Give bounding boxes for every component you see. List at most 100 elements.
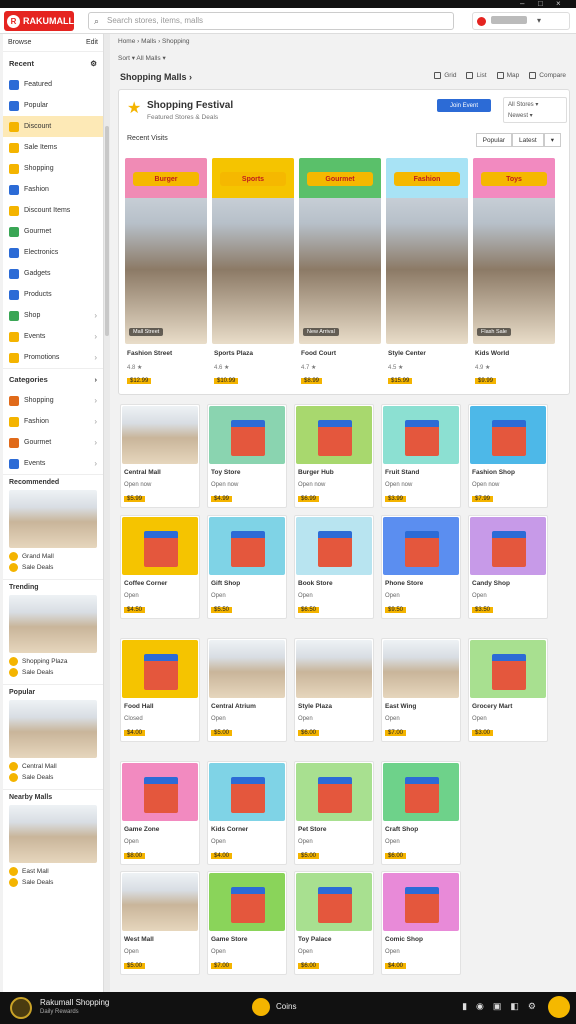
featured-store-card[interactable]: Fashion Style Center 4.5 ★ $15.99 bbox=[386, 158, 468, 388]
sidebar-item[interactable]: Gadgets bbox=[3, 263, 103, 284]
store-card[interactable]: Book Store Open $6.50 bbox=[294, 515, 374, 619]
sidebar-item[interactable]: Electronics bbox=[3, 242, 103, 263]
store-card[interactable]: Gift Shop Open $5.50 bbox=[207, 515, 287, 619]
settings-icon[interactable]: ⚙ bbox=[528, 1001, 536, 1012]
store-price: $15.99 bbox=[388, 378, 413, 384]
shop-building-icon bbox=[492, 654, 526, 690]
mall-thumbnail bbox=[9, 700, 97, 758]
home-icon[interactable]: ▮ bbox=[462, 1001, 467, 1012]
grid-icon bbox=[434, 72, 442, 79]
sidebar-item[interactable]: Promotions › bbox=[3, 347, 103, 368]
store-card[interactable]: Kids Corner Open $4.00 bbox=[207, 761, 287, 865]
sidebar-item[interactable]: Products bbox=[3, 284, 103, 305]
close-button[interactable]: × bbox=[556, 0, 561, 8]
profile-badge[interactable] bbox=[10, 997, 32, 1019]
coin-icon[interactable] bbox=[252, 998, 270, 1016]
store-card[interactable]: Toy Palace Open $6.00 bbox=[294, 871, 374, 975]
photo-tag: New Arrival bbox=[303, 328, 339, 336]
message-icon[interactable]: ◉ bbox=[476, 1001, 484, 1012]
user-menu[interactable]: ▾ bbox=[472, 12, 570, 30]
grid-view-button[interactable]: Grid bbox=[434, 72, 456, 79]
window-titlebar: – □ × bbox=[0, 0, 576, 8]
list-view-button[interactable]: List bbox=[466, 72, 487, 79]
sidebar-item[interactable]: Shop › bbox=[3, 305, 103, 326]
sidebar-item[interactable]: Events › bbox=[3, 326, 103, 347]
sidebar-item-label: Fashion bbox=[24, 186, 49, 193]
page-title[interactable]: Shopping Malls › bbox=[120, 72, 192, 82]
store-card[interactable]: Burger Hub Open now $6.99 bbox=[294, 404, 374, 508]
store-card[interactable]: Toy Store Open now $4.99 bbox=[207, 404, 287, 508]
store-banner: Fashion bbox=[386, 158, 468, 198]
store-card[interactable]: Coffee Corner Open $4.50 bbox=[120, 515, 200, 619]
maximize-button[interactable]: □ bbox=[538, 0, 543, 8]
store-card[interactable]: Game Store Open $7.00 bbox=[207, 871, 287, 975]
avatar[interactable] bbox=[548, 996, 570, 1018]
featured-store-card[interactable]: Sports Sports Plaza 4.6 ★ $10.99 bbox=[212, 158, 294, 388]
cart-icon[interactable]: ◧ bbox=[510, 1001, 519, 1012]
sidebar-item[interactable]: Gourmet bbox=[3, 221, 103, 242]
store-card[interactable]: Style Plaza Open $6.00 bbox=[294, 638, 374, 742]
map-view-button[interactable]: Map bbox=[496, 72, 519, 79]
sort-latest-button[interactable]: Latest bbox=[512, 133, 544, 147]
chevron-right-icon[interactable]: › bbox=[95, 375, 98, 384]
minimize-button[interactable]: – bbox=[520, 0, 524, 8]
store-card[interactable]: Craft Shop Open $6.00 bbox=[381, 761, 461, 865]
shop-illustration bbox=[470, 640, 546, 698]
sidebar-card[interactable]: Popular Central Mall Sale Deals bbox=[3, 684, 103, 789]
sort-popular-button[interactable]: Popular bbox=[475, 133, 513, 147]
mall-thumbnail bbox=[9, 595, 97, 653]
sidebar-item[interactable]: Events › bbox=[3, 453, 103, 474]
shop-building-icon bbox=[144, 531, 178, 567]
store-name: Fashion Street bbox=[127, 350, 173, 357]
featured-store-card[interactable]: Burger Mall Street Fashion Street 4.8 ★ $12.… bbox=[125, 158, 207, 388]
sidebar-item[interactable]: Shopping bbox=[3, 158, 103, 179]
store-card[interactable]: East Wing Open $7.00 bbox=[381, 638, 461, 742]
store-card[interactable]: Candy Shop Open $3.50 bbox=[468, 515, 548, 619]
store-photo: Fashion bbox=[386, 158, 468, 344]
breadcrumb[interactable]: Home › Malls › Shopping bbox=[118, 38, 190, 45]
store-card[interactable]: Fashion Shop Open now $7.99 bbox=[468, 404, 548, 508]
sidebar-item[interactable]: Sale Items bbox=[3, 137, 103, 158]
sidebar-card[interactable]: Recommended Grand Mall Sale Deals bbox=[3, 474, 103, 579]
store-card[interactable]: Grocery Mart Open $3.00 bbox=[468, 638, 548, 742]
sidebar-item[interactable]: Gourmet › bbox=[3, 432, 103, 453]
sidebar-item[interactable]: Popular bbox=[3, 95, 103, 116]
select-value-secondary: Newest ▾ bbox=[508, 113, 533, 119]
store-card[interactable]: Central Atrium Open $5.00 bbox=[207, 638, 287, 742]
sidebar-card[interactable]: Nearby Malls East Mall Sale Deals bbox=[3, 789, 103, 894]
sidebar-item[interactable]: Fashion bbox=[3, 179, 103, 200]
store-card[interactable]: West Mall Open $5.00 bbox=[120, 871, 200, 975]
sidebar-card[interactable]: Trending Shopping Plaza Sale Deals bbox=[3, 579, 103, 684]
store-card[interactable]: Phone Store Open $9.50 bbox=[381, 515, 461, 619]
sidebar-scrollbar[interactable] bbox=[104, 34, 110, 992]
sidebar-item[interactable]: Featured bbox=[3, 74, 103, 95]
featured-store-card[interactable]: Toys Flash Sale Kids World 4.9 ★ $9.99 bbox=[473, 158, 555, 388]
sidebar-item-label: Sale Items bbox=[24, 144, 58, 151]
compare-button[interactable]: Compare bbox=[529, 72, 566, 79]
bookmark-icon[interactable]: ▣ bbox=[493, 1001, 502, 1012]
store-price: $5.00 bbox=[298, 853, 320, 859]
sidebar-item[interactable]: Discount bbox=[3, 116, 103, 137]
settings-icon[interactable]: ⚙ bbox=[90, 59, 97, 68]
sidebar-item[interactable]: Fashion › bbox=[3, 411, 103, 432]
app-logo[interactable]: R RAKUMALL bbox=[4, 11, 74, 31]
store-card[interactable]: Food Hall Closed $4.00 bbox=[120, 638, 200, 742]
coins-label[interactable]: Coins bbox=[276, 1002, 296, 1011]
filter-dropdowns[interactable]: Sort ▾ All Malls ▾ bbox=[118, 54, 166, 62]
store-card[interactable]: Pet Store Open $5.00 bbox=[294, 761, 374, 865]
join-event-button[interactable]: Join Event bbox=[437, 99, 491, 112]
sidebar-item[interactable]: Discount Items bbox=[3, 200, 103, 221]
search-input[interactable]: ⌕ Search stores, items, malls bbox=[88, 12, 454, 30]
sidebar-edit-link[interactable]: Edit bbox=[86, 39, 98, 46]
sidebar-item[interactable]: Shopping › bbox=[3, 390, 103, 411]
coin-icon bbox=[9, 773, 18, 782]
store-card[interactable]: Fruit Stand Open now $3.99 bbox=[381, 404, 461, 508]
sort-dropdown-button[interactable]: ▾ bbox=[543, 133, 561, 147]
featured-store-card[interactable]: Gourmet New Arrival Food Court 4.7 ★ $8.99 bbox=[299, 158, 381, 388]
sidebar-card-deal: Sale Deals bbox=[22, 564, 54, 571]
store-card[interactable]: Game Zone Open $8.00 bbox=[120, 761, 200, 865]
store-card[interactable]: Comic Shop Open $4.00 bbox=[381, 871, 461, 975]
scrollbar-thumb[interactable] bbox=[105, 126, 109, 336]
store-filter-select[interactable]: All Stores ▾ Newest ▾ bbox=[503, 97, 567, 123]
store-card[interactable]: Central Mall Open now $5.99 bbox=[120, 404, 200, 508]
